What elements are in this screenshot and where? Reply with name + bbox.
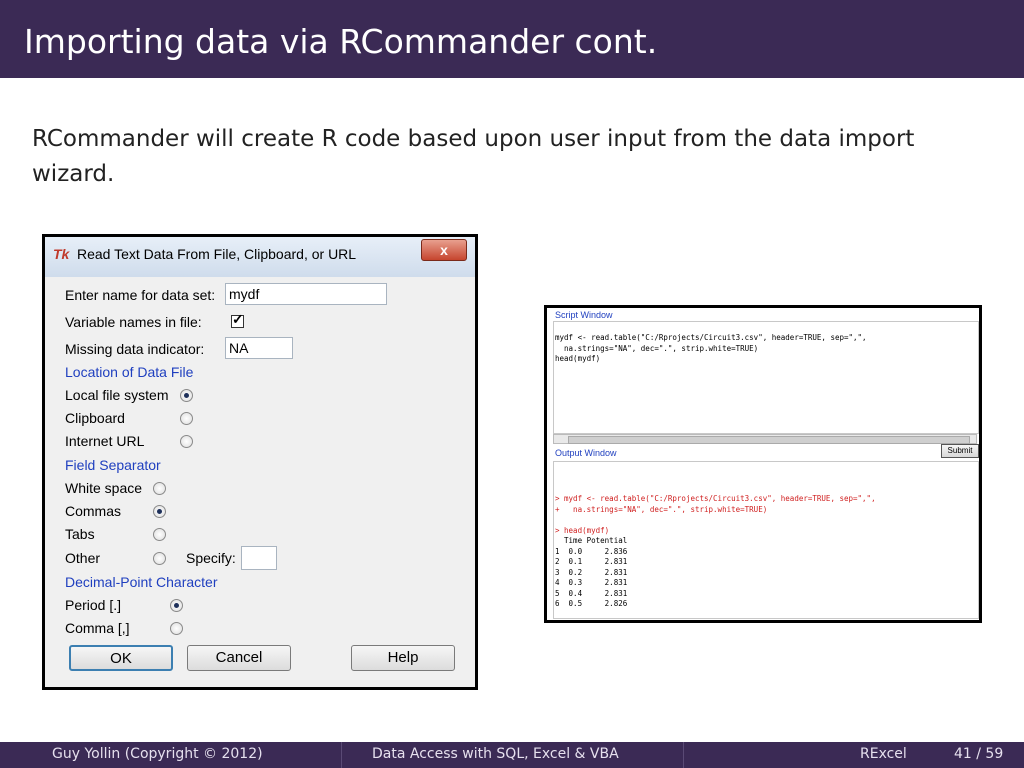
slide-footer: Guy Yollin (Copyright © 2012) Data Acces… [0,742,1024,768]
dataset-name-label: Enter name for data set: [65,287,216,303]
output-result-line: 3 0.2 2.831 [555,567,628,577]
output-window-title: Output Window [555,448,617,458]
other-radio[interactable] [153,552,166,565]
output-command-line: > head(mydf) [555,525,610,535]
script-window-title: Script Window [555,310,613,320]
specify-input[interactable] [241,546,277,570]
dialog-title: Read Text Data From File, Clipboard, or … [77,246,357,262]
footer-course: Data Access with SQL, Excel & VBA [372,746,619,762]
decimal-section-label: Decimal-Point Character [65,574,218,590]
output-result-line: 6 0.5 2.826 [555,599,628,608]
clipboard-radio[interactable] [180,412,193,425]
rcommander-window: Script Window mydf <- read.table("C:/Rpr… [544,305,982,623]
missing-data-input[interactable]: NA [225,337,293,359]
local-file-system-radio[interactable] [180,389,193,402]
footer-author: Guy Yollin (Copyright © 2012) [52,746,263,762]
close-button[interactable]: x [421,239,467,261]
submit-button[interactable]: Submit [941,444,979,458]
internet-url-radio[interactable] [180,435,193,448]
option-local-file-system-label: Local file system [65,387,169,403]
location-section-label: Location of Data File [65,364,194,380]
option-commas-label: Commas [65,503,122,519]
comma-radio[interactable] [170,622,183,635]
missing-data-label: Missing data indicator: [65,341,205,357]
option-period-label: Period [.] [65,597,122,613]
read-text-data-dialog: Tk Read Text Data From File, Clipboard, … [42,234,478,690]
white-space-radio[interactable] [153,482,166,495]
slide-title: Importing data via RCommander cont. [24,22,658,61]
output-result-line: 4 0.3 2.831 [555,578,628,587]
footer-section: RExcel [860,746,907,762]
output-result-line: Time Potential [555,536,628,545]
commas-radio[interactable] [153,505,166,518]
output-result-line: 1 0.0 2.836 [555,546,628,556]
option-clipboard-label: Clipboard [65,410,125,426]
footer-divider [683,742,684,768]
variable-names-checkbox[interactable]: ✓ [231,311,244,328]
footer-divider [341,742,342,768]
ok-button[interactable]: OK [69,645,173,671]
dialog-title-bar: Tk Read Text Data From File, Clipboard, … [45,237,475,277]
dataset-name-input[interactable]: mydf [225,283,387,305]
footer-page-number: 41 / 59 [954,746,1004,762]
tabs-radio[interactable] [153,528,166,541]
option-white-space-label: White space [65,480,143,496]
output-result-line: 2 0.1 2.831 [555,557,628,566]
specify-label: Specify: [186,550,236,566]
scrollbar-thumb[interactable] [568,436,970,444]
separator-section-label: Field Separator [65,457,161,473]
option-other-label: Other [65,550,101,566]
slide-body-text: RCommander will create R code based upon… [32,126,915,187]
cancel-button[interactable]: Cancel [187,645,291,671]
period-radio[interactable] [170,599,183,612]
output-command-line: > mydf <- read.table("C:/Rprojects/Circu… [555,494,876,503]
script-line: mydf <- read.table("C:/Rprojects/Circuit… [555,333,867,342]
script-horizontal-scrollbar[interactable] [553,434,977,444]
help-button[interactable]: Help [351,645,455,671]
script-line: na.strings="NA", dec=".", strip.white=TR… [555,343,759,353]
option-internet-url-label: Internet URL [65,433,145,449]
output-command-line: + na.strings="NA", dec=".", strip.white=… [555,504,768,514]
option-tabs-label: Tabs [65,526,95,542]
checkmark-icon: ✓ [232,311,244,327]
slide-title-bar: Importing data via RCommander cont. [0,0,1024,78]
tk-feather-icon: Tk [53,246,70,262]
variable-names-label: Variable names in file: [65,314,202,330]
script-line: head(mydf) [555,354,601,363]
option-comma-label: Comma [,] [65,620,130,636]
output-result-line: 5 0.4 2.831 [555,588,628,598]
